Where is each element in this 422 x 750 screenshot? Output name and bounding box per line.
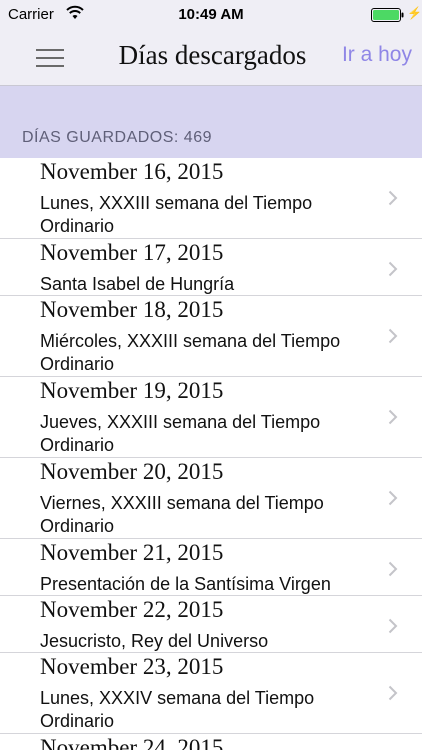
list-item[interactable]: November 24, 2015 bbox=[0, 734, 422, 750]
chevron-right-icon bbox=[388, 685, 398, 701]
day-subtitle: Jesucristo, Rey del Universo bbox=[40, 631, 269, 651]
list-item[interactable]: November 21, 2015 Presentación de la San… bbox=[0, 539, 422, 596]
day-subtitle: Miércoles, XXXIII semana del Tiempo Ordi… bbox=[40, 331, 341, 374]
day-date: November 24, 2015 bbox=[40, 735, 224, 750]
charging-bolt-icon: ⚡ bbox=[407, 6, 422, 20]
go-to-today-button[interactable]: Ir a hoy bbox=[342, 43, 412, 67]
day-date: November 23, 2015 bbox=[40, 654, 224, 679]
list-item[interactable]: November 20, 2015 Viernes, XXXIII semana… bbox=[0, 458, 422, 539]
day-subtitle: Presentación de la Santísima Virgen bbox=[40, 574, 331, 594]
day-date: November 22, 2015 bbox=[40, 597, 224, 622]
day-subtitle: Lunes, XXXIII semana del Tiempo Ordinari… bbox=[40, 193, 313, 236]
status-bar: Carrier 10:49 AM ⚡ bbox=[0, 0, 422, 30]
day-date: November 17, 2015 bbox=[40, 240, 224, 265]
day-subtitle: Jueves, XXXIII semana del Tiempo Ordinar… bbox=[40, 412, 321, 455]
day-date: November 16, 2015 bbox=[40, 159, 224, 184]
chevron-right-icon bbox=[388, 618, 398, 634]
day-date: November 21, 2015 bbox=[40, 540, 224, 565]
day-subtitle: Santa Isabel de Hungría bbox=[40, 274, 235, 294]
hamburger-menu-icon[interactable] bbox=[30, 44, 70, 72]
page-title: Días descargados bbox=[118, 40, 307, 70]
day-subtitle: Viernes, XXXIII semana del Tiempo Ordina… bbox=[40, 493, 324, 536]
section-header: DÍAS GUARDADOS: 469 bbox=[0, 86, 422, 158]
chevron-right-icon bbox=[388, 190, 398, 206]
day-subtitle: Lunes, XXXIV semana del Tiempo Ordinario bbox=[40, 688, 315, 731]
list-item[interactable]: November 22, 2015 Jesucristo, Rey del Un… bbox=[0, 596, 422, 653]
list-item[interactable]: November 17, 2015 Santa Isabel de Hungrí… bbox=[0, 239, 422, 296]
list-item[interactable]: November 18, 2015 Miércoles, XXXIII sema… bbox=[0, 296, 422, 377]
list-item[interactable]: November 16, 2015 Lunes, XXXIII semana d… bbox=[0, 158, 422, 239]
chevron-right-icon bbox=[388, 261, 398, 277]
chevron-right-icon bbox=[388, 409, 398, 425]
day-date: November 20, 2015 bbox=[40, 459, 224, 484]
battery-icon bbox=[371, 8, 405, 22]
chevron-right-icon bbox=[388, 490, 398, 506]
chevron-right-icon bbox=[388, 561, 398, 577]
days-list: November 16, 2015 Lunes, XXXIII semana d… bbox=[0, 158, 422, 750]
list-item[interactable]: November 23, 2015 Lunes, XXXIV semana de… bbox=[0, 653, 422, 734]
list-item[interactable]: November 19, 2015 Jueves, XXXIII semana … bbox=[0, 377, 422, 458]
day-date: November 18, 2015 bbox=[40, 297, 224, 322]
chevron-right-icon bbox=[388, 328, 398, 344]
navigation-bar: Días descargados Ir a hoy bbox=[0, 30, 422, 86]
clock: 10:49 AM bbox=[178, 6, 244, 23]
saved-days-count: DÍAS GUARDADOS: 469 bbox=[22, 129, 212, 146]
day-date: November 19, 2015 bbox=[40, 378, 224, 403]
